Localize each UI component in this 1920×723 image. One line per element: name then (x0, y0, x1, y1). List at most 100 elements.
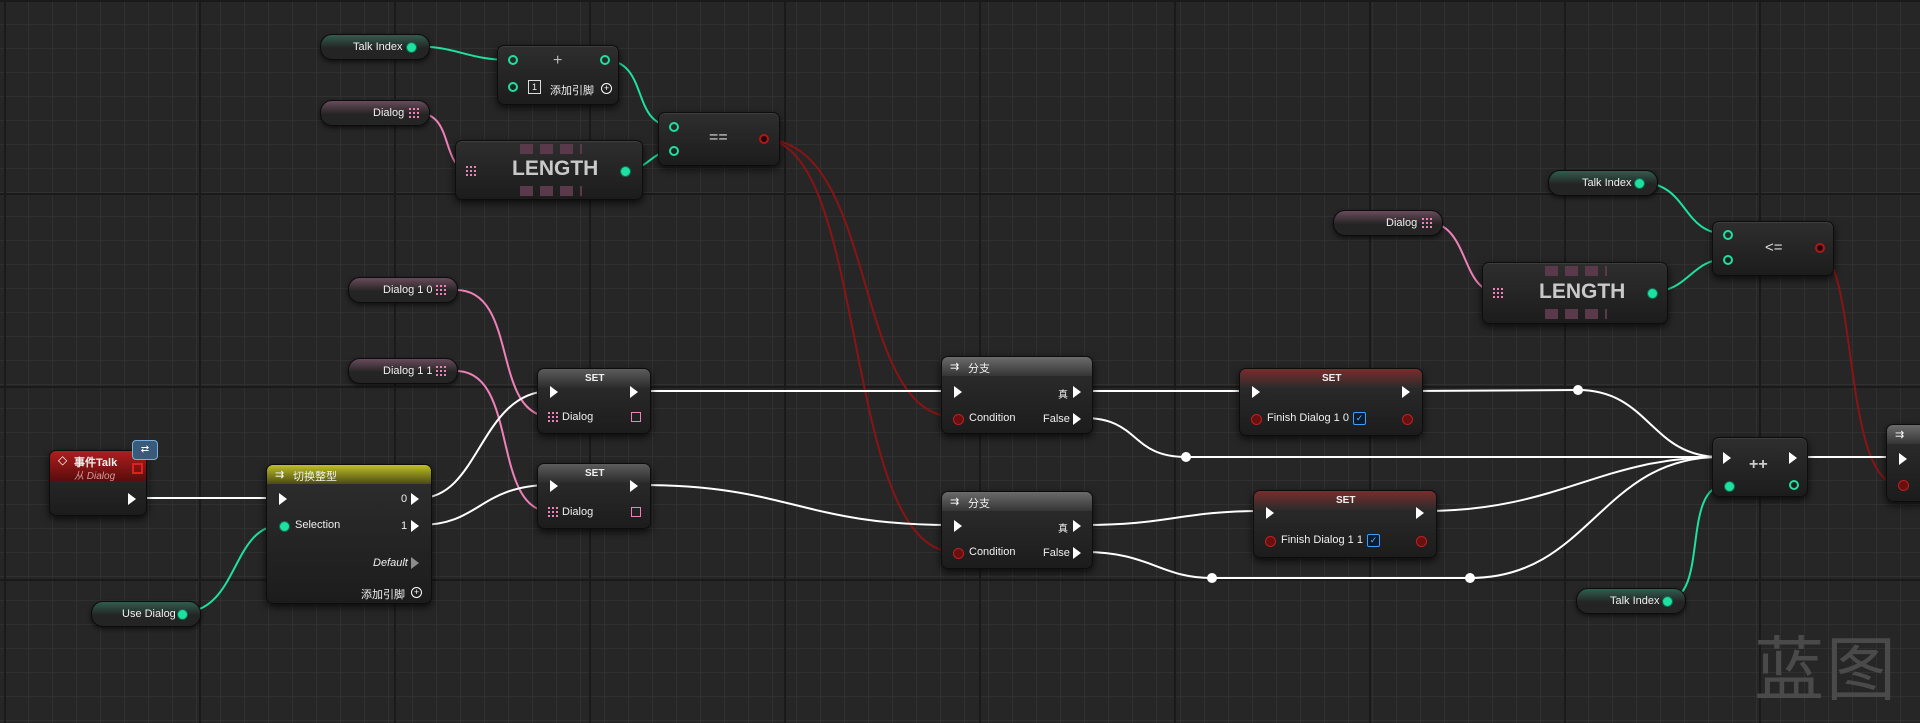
add-literal-value[interactable]: 1 (528, 80, 541, 94)
set-exec-in-pin[interactable] (550, 480, 558, 492)
talk-index-getter-3[interactable]: Talk Index (1576, 588, 1686, 614)
dialog-array-pin[interactable] (409, 108, 419, 118)
set-finish-1-exec-out-pin[interactable] (1416, 507, 1424, 519)
le-out-pin[interactable] (1815, 243, 1825, 253)
set-finish-0-exec-in-pin[interactable] (1252, 386, 1260, 398)
set-finish-1-checkbox[interactable]: ✓ (1367, 534, 1380, 547)
length-out-pin[interactable] (620, 166, 631, 177)
branch-node-3-partial[interactable]: ⇉ (1886, 424, 1920, 502)
event-exec-out-pin[interactable] (128, 493, 136, 505)
talk-index-out-pin[interactable] (406, 42, 417, 53)
branch-exec-in-pin[interactable] (954, 520, 962, 532)
add-pin-label[interactable]: 添加引脚 (550, 82, 594, 98)
increment-exec-out-pin[interactable] (1789, 452, 1797, 464)
set-dialog-pin-label: Dialog (562, 506, 594, 518)
increment-in-pin[interactable] (1724, 481, 1735, 492)
length-in-pin[interactable] (1493, 288, 1503, 298)
use-dialog-out-pin[interactable] (177, 609, 188, 620)
reroute-node (1207, 573, 1217, 583)
talk-index-getter[interactable]: Talk Index (320, 34, 430, 60)
dialog-getter-2[interactable]: Dialog (1333, 210, 1443, 236)
reroute-node (1465, 573, 1475, 583)
switch-int-node[interactable]: ⇉ 切换整型 Selection 0 1 Default 添加引脚 + (266, 464, 432, 604)
branch-true-pin[interactable] (1073, 386, 1081, 398)
equals-out-pin[interactable] (759, 134, 769, 144)
add-in-pin-b[interactable] (508, 82, 518, 92)
set-exec-in-pin[interactable] (550, 386, 558, 398)
switch-exec-in-pin[interactable] (279, 493, 287, 505)
event-talk-node[interactable]: ◇ 事件Talk 从 Dialog (49, 450, 147, 516)
set-finish-1-in-pin[interactable] (1265, 536, 1276, 547)
set-finish-0-out-pin[interactable] (1402, 414, 1413, 425)
set-dialog-in-pin[interactable] (548, 412, 558, 422)
switch-default-pin[interactable] (411, 557, 419, 569)
branch-false-pin[interactable] (1073, 547, 1081, 559)
length-node[interactable]: LENGTH (455, 140, 643, 200)
set-finish-1-out-pin[interactable] (1416, 536, 1427, 547)
dialog-1-0-label: Dialog 1 0 (383, 284, 433, 296)
event-delegate-pin[interactable] (132, 463, 143, 474)
dialog-getter[interactable]: Dialog (320, 100, 430, 126)
dialog-array-pin[interactable] (1422, 218, 1432, 228)
branch-node-2[interactable]: ⇉ 分支 真 Condition False (941, 491, 1093, 569)
equals-node[interactable]: == (658, 112, 780, 166)
increment-out-pin[interactable] (1789, 480, 1799, 490)
wire-talkindex3-inc (1665, 484, 1727, 601)
switch-add-pin-label[interactable]: 添加引脚 (361, 586, 405, 602)
le-symbol: <= (1765, 239, 1783, 256)
branch-condition-pin[interactable] (953, 414, 964, 425)
add-in-pin-a[interactable] (508, 55, 518, 65)
set-dialog-out-pin[interactable] (631, 507, 641, 517)
length-in-pin[interactable] (466, 166, 476, 176)
less-equal-node[interactable]: <= (1712, 221, 1834, 276)
dialog-1-1-getter[interactable]: Dialog 1 1 (348, 358, 458, 384)
talk-index-getter-2[interactable]: Talk Index (1548, 170, 1658, 196)
branch-false-pin[interactable] (1073, 413, 1081, 425)
equals-in-pin-a[interactable] (669, 122, 679, 132)
increment-exec-in-pin[interactable] (1723, 452, 1731, 464)
add-pin-icon[interactable]: + (601, 83, 612, 94)
set-finish-dialog-1-0-node[interactable]: SET Finish Dialog 1 0 ✓ (1239, 368, 1423, 436)
dialog-1-0-getter[interactable]: Dialog 1 0 (348, 277, 458, 303)
branch-exec-in-pin[interactable] (1899, 453, 1907, 465)
set-finish-1-pin-label: Finish Dialog 1 1 (1281, 534, 1363, 546)
branch-node-1[interactable]: ⇉ 分支 真 Condition False (941, 356, 1093, 434)
branch-true-pin[interactable] (1073, 520, 1081, 532)
switch-out1-pin[interactable] (411, 520, 419, 532)
set-finish-dialog-1-1-node[interactable]: SET Finish Dialog 1 1 ✓ (1253, 490, 1437, 558)
increment-node[interactable]: ++ (1712, 437, 1808, 497)
dialog-1-0-array-pin[interactable] (436, 285, 446, 295)
add-node[interactable]: 1 + 添加引脚 + (497, 45, 619, 105)
blueprint-graph[interactable]: Talk Index 1 + 添加引脚 + Dialog LENGTH == D… (0, 0, 1920, 723)
add-out-pin[interactable] (600, 55, 610, 65)
set-dialog-out-pin[interactable] (631, 412, 641, 422)
set-exec-out-pin[interactable] (630, 480, 638, 492)
talk-index-out-pin[interactable] (1634, 178, 1645, 189)
switch-add-pin-icon[interactable]: + (411, 587, 422, 598)
switch-out0-label: 0 (401, 493, 408, 505)
set-dialog-in-pin[interactable] (548, 507, 558, 517)
branch-condition-pin[interactable] (1898, 480, 1909, 491)
talk-index-out-pin[interactable] (1662, 596, 1673, 607)
switch-selection-pin[interactable] (279, 521, 290, 532)
equals-in-pin-b[interactable] (669, 146, 679, 156)
dialog-1-1-array-pin[interactable] (436, 366, 446, 376)
branch-condition-pin[interactable] (953, 548, 964, 559)
set-finish-0-in-pin[interactable] (1251, 414, 1262, 425)
length-out-pin[interactable] (1647, 288, 1658, 299)
length-node-2[interactable]: LENGTH (1482, 262, 1668, 324)
wire-finish1-inc (1423, 456, 1721, 512)
set-exec-out-pin[interactable] (630, 386, 638, 398)
switch-out0-pin[interactable] (411, 493, 419, 505)
set-finish-0-exec-out-pin[interactable] (1402, 386, 1410, 398)
branch-exec-in-pin[interactable] (954, 386, 962, 398)
set-finish-1-exec-in-pin[interactable] (1266, 507, 1274, 519)
set-title: SET (585, 468, 605, 479)
use-dialog-getter[interactable]: Use Dialog (91, 601, 201, 627)
set-finish-0-checkbox[interactable]: ✓ (1353, 412, 1366, 425)
set-dialog-node-2[interactable]: SET Dialog (537, 463, 651, 529)
set-dialog-node-1[interactable]: SET Dialog (537, 368, 651, 434)
le-in-pin-a[interactable] (1723, 230, 1733, 240)
set-finish-1-title: SET (1336, 495, 1356, 506)
le-in-pin-b[interactable] (1723, 255, 1733, 265)
